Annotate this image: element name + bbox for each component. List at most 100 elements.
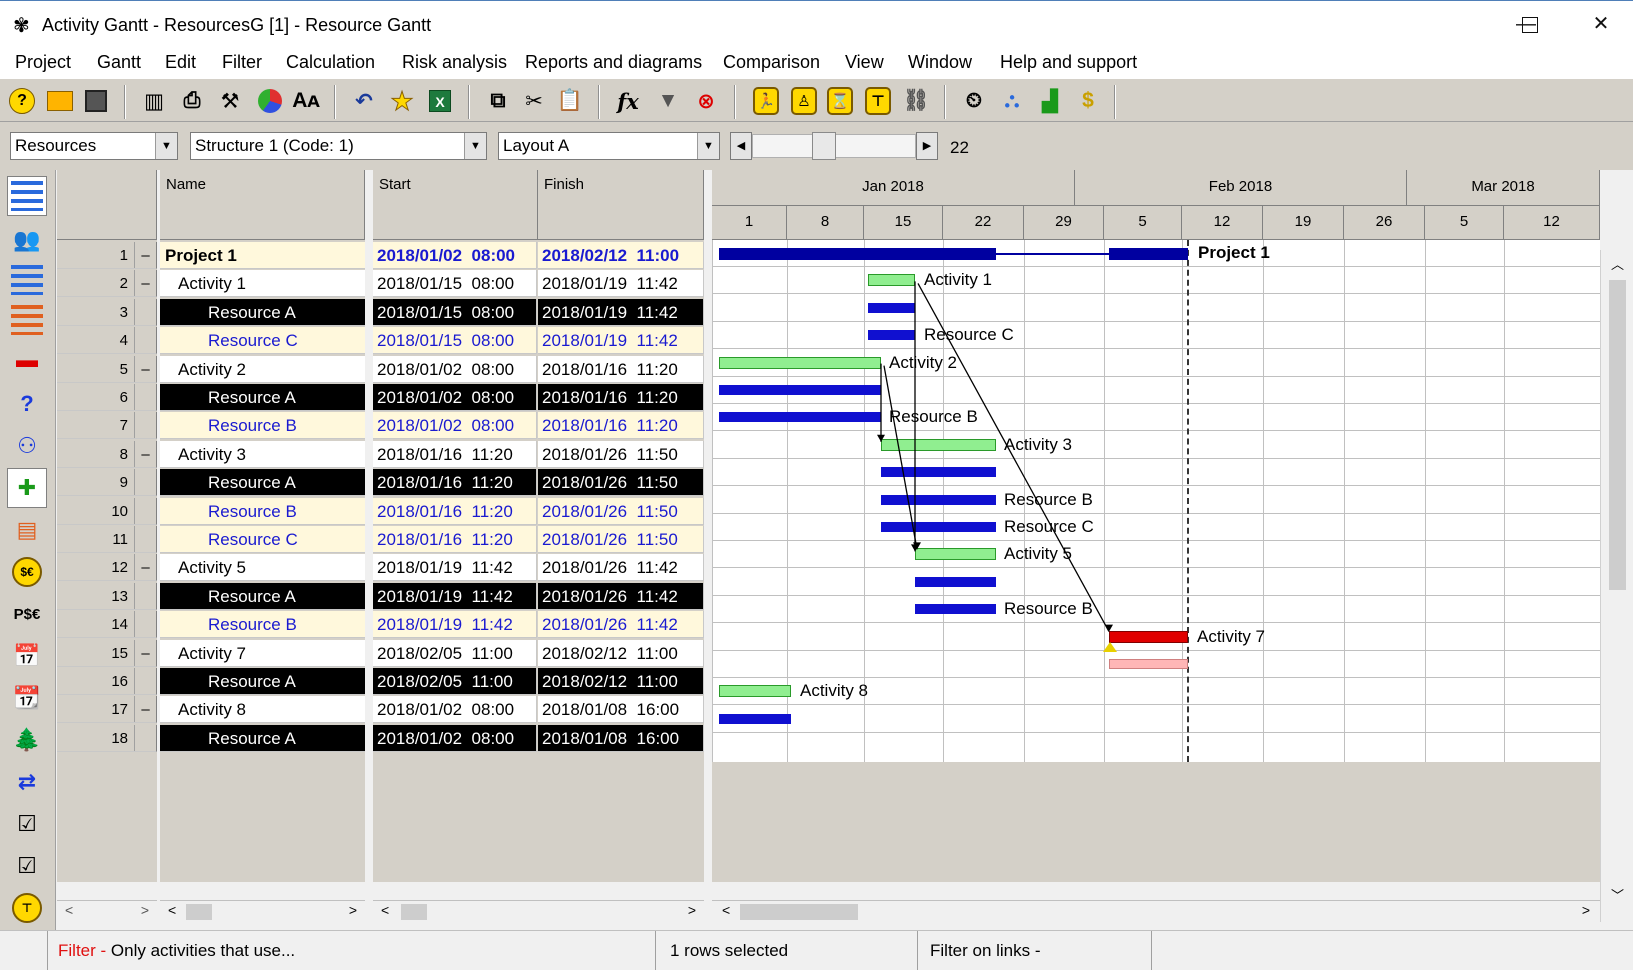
row-number[interactable]: 6 bbox=[57, 384, 157, 411]
name-hscroll[interactable]: < > bbox=[160, 900, 365, 922]
calendar-clock-icon[interactable]: 📆 bbox=[7, 678, 47, 718]
name-cell[interactable]: Activity 5 bbox=[160, 554, 365, 582]
currency-table-icon[interactable]: P$€ bbox=[7, 594, 47, 634]
menu-gantt[interactable]: Gantt bbox=[97, 52, 141, 73]
chevron-down-icon[interactable]: ▼ bbox=[155, 133, 177, 159]
name-cell[interactable]: Resource A bbox=[160, 384, 365, 411]
finish-date-cell[interactable]: 2018/01/16 11:20 bbox=[538, 355, 704, 383]
row-number[interactable]: 18 bbox=[57, 724, 157, 752]
finish-date-cell[interactable]: 2018/02/12 11:00 bbox=[538, 639, 704, 667]
name-cell[interactable]: Resource A bbox=[160, 298, 365, 326]
start-date-cell[interactable]: 2018/01/15 08:00 bbox=[373, 270, 537, 298]
checklist-clock-icon[interactable]: ☑ bbox=[7, 846, 47, 886]
menu-window[interactable]: Window bbox=[908, 52, 972, 73]
formula-icon[interactable]: fx bbox=[612, 85, 644, 117]
name-cell[interactable]: Resource C bbox=[160, 526, 365, 553]
finish-date-cell[interactable]: 2018/01/26 11:42 bbox=[538, 582, 704, 610]
calendar-icon[interactable]: 📅 bbox=[7, 636, 47, 676]
finish-date-cell[interactable]: 2018/01/08 16:00 bbox=[538, 724, 704, 752]
menu-view[interactable]: View bbox=[845, 52, 884, 73]
link-icon[interactable]: ⛓ bbox=[900, 85, 932, 117]
scroll-right-icon[interactable]: > bbox=[349, 902, 357, 918]
scroll-left-icon[interactable]: < bbox=[381, 902, 389, 918]
name-cell[interactable]: Resource A bbox=[160, 668, 365, 695]
start-date-cell[interactable]: 2018/01/02 08:00 bbox=[373, 412, 537, 440]
collapse-toggle[interactable] bbox=[134, 384, 156, 410]
gantt-vscroll[interactable]: ︿ ﹀ bbox=[1600, 250, 1633, 922]
row-number[interactable]: 16 bbox=[57, 668, 157, 695]
scroll-up-icon[interactable]: ︿ bbox=[1611, 254, 1624, 273]
row-number[interactable]: 12– bbox=[57, 554, 157, 582]
finish-date-cell[interactable]: 2018/01/26 11:42 bbox=[538, 554, 704, 582]
finish-date-cell[interactable]: 2018/01/26 11:50 bbox=[538, 469, 704, 497]
scroll-thumb[interactable] bbox=[186, 904, 212, 920]
close-button[interactable]: ✕ bbox=[1578, 9, 1624, 39]
chevron-down-icon[interactable]: ▼ bbox=[464, 133, 486, 159]
date-hscroll[interactable]: < > bbox=[373, 900, 704, 922]
collapse-toggle[interactable]: – bbox=[134, 355, 156, 382]
finish-date-cell[interactable]: 2018/02/12 11:00 bbox=[538, 242, 704, 269]
collapse-toggle[interactable] bbox=[134, 611, 156, 638]
name-cell[interactable]: Activity 2 bbox=[160, 355, 365, 383]
name-cell[interactable]: Project 1 bbox=[160, 242, 365, 269]
zoom-right-button[interactable]: ▶ bbox=[916, 132, 938, 160]
scroll-thumb[interactable] bbox=[740, 904, 858, 920]
collapse-toggle[interactable] bbox=[134, 412, 156, 439]
activity-bar[interactable] bbox=[915, 548, 996, 561]
undo-icon[interactable]: ↶ bbox=[348, 85, 380, 117]
resource-bar[interactable] bbox=[881, 522, 996, 532]
resource-bar[interactable] bbox=[719, 412, 881, 423]
finish-date-cell[interactable]: 2018/01/08 16:00 bbox=[538, 696, 704, 724]
finish-date-cell[interactable]: 2018/01/19 11:42 bbox=[538, 327, 704, 355]
activity-bar[interactable] bbox=[868, 274, 915, 287]
activity-gantt-icon[interactable] bbox=[7, 176, 47, 216]
row-number[interactable]: 8– bbox=[57, 440, 157, 468]
name-cell[interactable]: Resource B bbox=[160, 412, 365, 440]
resource-tree-icon[interactable]: ⛬ bbox=[996, 85, 1028, 117]
activity-bar[interactable] bbox=[881, 438, 996, 451]
person-icon[interactable]: ♙ bbox=[788, 85, 820, 117]
start-date-cell[interactable]: 2018/01/02 08:00 bbox=[373, 242, 537, 269]
activity-bar[interactable] bbox=[719, 685, 791, 698]
start-date-cell[interactable]: 2018/01/16 11:20 bbox=[373, 497, 537, 525]
start-date-cell[interactable]: 2018/01/02 08:00 bbox=[373, 696, 537, 724]
menu-comparison[interactable]: Comparison bbox=[723, 52, 820, 73]
menu-risk-analysis[interactable]: Risk analysis bbox=[402, 52, 507, 73]
start-date-cell[interactable]: 2018/02/05 11:00 bbox=[373, 639, 537, 667]
row-number[interactable]: 10 bbox=[57, 497, 157, 525]
finish-date-cell[interactable]: 2018/01/26 11:50 bbox=[538, 526, 704, 553]
critical-resource-bar[interactable] bbox=[1109, 659, 1188, 669]
chevron-down-icon[interactable]: ▼ bbox=[697, 133, 719, 159]
rownum-hscroll[interactable]: < > bbox=[57, 900, 157, 922]
collapse-toggle[interactable]: – bbox=[134, 639, 156, 666]
collapse-toggle[interactable]: – bbox=[134, 270, 156, 297]
collapse-toggle[interactable] bbox=[134, 469, 156, 496]
copy-icon[interactable]: ⧉ bbox=[482, 85, 514, 117]
resource-bar[interactable] bbox=[868, 330, 915, 341]
collapse-toggle[interactable]: – bbox=[134, 242, 156, 268]
clock-gantt-icon[interactable]: ⏲ bbox=[958, 85, 990, 117]
column-header-finish[interactable]: Finish bbox=[538, 170, 704, 240]
open-folder-icon[interactable] bbox=[44, 85, 76, 117]
start-date-cell[interactable]: 2018/02/05 11:00 bbox=[373, 668, 537, 695]
cost-icon[interactable]: $ bbox=[1072, 85, 1104, 117]
bolt-round-icon[interactable]: ⊤ bbox=[7, 888, 47, 928]
start-date-cell[interactable]: 2018/01/19 11:42 bbox=[373, 611, 537, 639]
row-number[interactable]: 9 bbox=[57, 469, 157, 497]
scroll-thumb[interactable] bbox=[1609, 280, 1626, 590]
links-gantt-icon[interactable] bbox=[7, 300, 47, 340]
zoom-left-button[interactable]: ◀ bbox=[730, 132, 752, 160]
resource-bar[interactable] bbox=[868, 302, 915, 313]
pie-chart-icon[interactable] bbox=[254, 85, 286, 117]
row-number[interactable]: 5– bbox=[57, 355, 157, 383]
finish-date-cell[interactable]: 2018/02/12 11:00 bbox=[538, 668, 704, 695]
start-date-cell[interactable]: 2018/01/16 11:20 bbox=[373, 440, 537, 468]
name-cell[interactable]: Activity 1 bbox=[160, 270, 365, 298]
help-icon[interactable]: ? bbox=[6, 85, 38, 117]
start-date-cell[interactable]: 2018/01/16 11:20 bbox=[373, 526, 537, 553]
finish-date-cell[interactable]: 2018/01/19 11:42 bbox=[538, 270, 704, 298]
critical-activity-bar[interactable] bbox=[1109, 630, 1188, 643]
clear-filter-icon[interactable]: ⊗ bbox=[690, 85, 722, 117]
finish-date-cell[interactable]: 2018/01/19 11:42 bbox=[538, 298, 704, 326]
scroll-left-icon[interactable]: < bbox=[65, 902, 73, 918]
